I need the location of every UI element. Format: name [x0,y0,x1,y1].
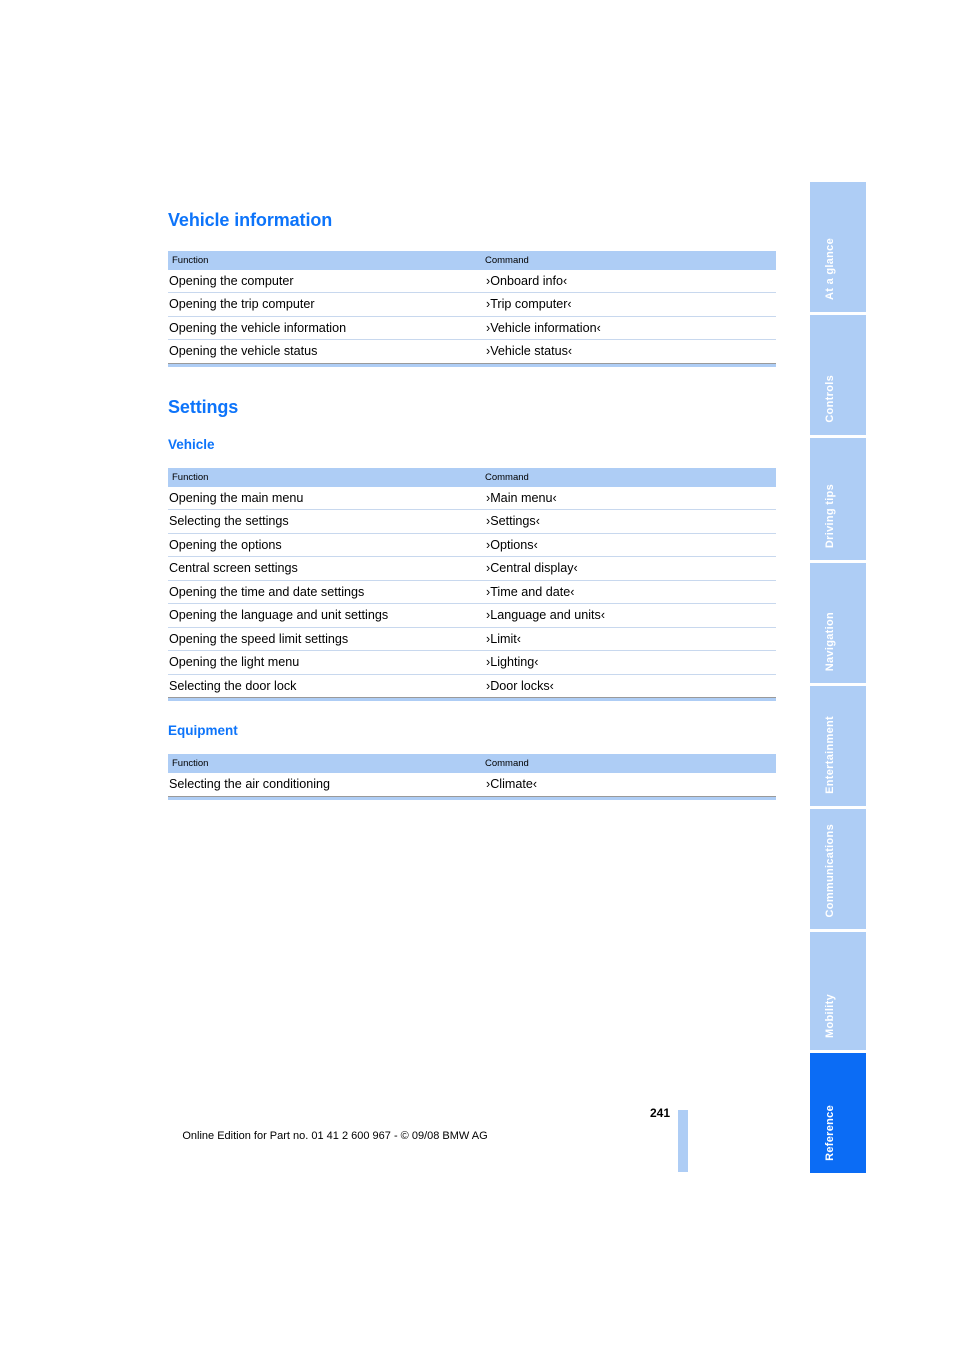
column-header-function: Function [168,754,481,774]
tab-label: Entertainment [824,716,836,794]
table-row: Opening the vehicle information ›Vehicle… [168,315,776,340]
page-title-settings: Settings [168,396,239,417]
tab-label: Reference [824,1105,836,1161]
tab-label: At a glance [824,238,836,300]
cell-command: ›Vehicle information‹ [481,315,776,340]
table-row: Opening the trip computer ›Trip computer… [168,292,776,317]
cell-function: Selecting the door lock [168,673,481,698]
page-title-vehicle-information: Vehicle information [168,210,333,230]
table-header-row: Function Command [168,251,776,270]
table-bottom-bar [168,363,776,367]
tab-label: Driving tips [824,483,836,548]
page-content: Vehicle information Function Command Ope… [168,182,776,800]
tab-reference[interactable]: Reference [810,1053,866,1173]
tab-label: Controls [824,375,836,423]
tab-label: Navigation [824,611,836,671]
tab-mobility[interactable]: Mobility [810,932,866,1050]
cell-command: ›Language and units‹ [481,603,776,628]
cell-command: ›Lighting‹ [481,650,776,675]
table-row: Opening the light menu ›Lighting‹ [168,650,776,675]
table-settings-vehicle: Function Command Opening the main menu ›… [168,467,776,698]
table-row: Selecting the air conditioning ›Climate‹ [168,773,776,795]
cell-function: Opening the trip computer [168,292,481,317]
table-header-row: Function Command [168,754,776,774]
table-row: Opening the time and date settings ›Time… [168,579,776,604]
tab-navigation[interactable]: Navigation [810,563,866,683]
cell-function: Opening the computer [169,274,294,288]
table-row: Opening the speed limit settings ›Limit‹ [168,626,776,651]
table-row: Selecting the settings ›Settings‹ [168,509,776,534]
tab-entertainment[interactable]: Entertainment [810,686,866,806]
cell-function: Opening the time and date settings [168,579,481,604]
tab-label: Communications [824,823,836,917]
cell-function: Central screen settings [168,556,481,581]
table-row: Opening the computer ›Onboard info‹ [168,270,776,293]
table-row: Opening the language and unit settings ›… [168,603,776,628]
footer-copyright: Online Edition for Part no. 01 41 2 600 … [182,1130,488,1142]
column-header-function: Function [168,467,481,487]
tab-communications[interactable]: Communications [810,809,866,929]
cell-command: ›Central display‹ [481,556,776,581]
column-header-command: Command [481,467,776,487]
subsection-title-vehicle: Vehicle [168,436,215,452]
column-header-command: Command [481,251,776,270]
cell-command: ›Time and date‹ [481,579,776,604]
cell-command: ›Settings‹ [481,509,776,534]
cell-command: ›Climate‹ [486,777,538,792]
table-row: Central screen settings ›Central display… [168,556,776,581]
column-header-command: Command [481,754,776,774]
cell-command: ›Options‹ [481,532,776,557]
table-row: Opening the main menu ›Main menu‹ [168,487,776,510]
tab-controls[interactable]: Controls [810,315,866,435]
cell-function: Opening the options [168,532,481,557]
cell-function: Opening the vehicle information [168,315,481,340]
table-row: Opening the options ›Options‹ [168,532,776,557]
cell-function: Opening the vehicle status [168,339,481,363]
table-row: Opening the vehicle status ›Vehicle stat… [168,339,776,363]
cell-function: Opening the main menu [169,490,304,505]
cell-command: ›Main menu‹ [486,490,557,505]
table-equipment: Function Command Selecting the air condi… [168,754,776,795]
cell-command: ›Limit‹ [481,626,776,651]
table-bottom-bar [168,698,776,702]
cell-function: Opening the speed limit settings [168,626,481,651]
subsection-title-equipment: Equipment [168,723,238,739]
cell-command: ›Trip computer‹ [481,292,776,317]
table-row: Selecting the door lock ›Door locks‹ [168,673,776,698]
footer-marker-bar [678,1110,688,1172]
chapter-tab-strip: At a glance Controls Driving tips Naviga… [810,182,866,1176]
tab-at-a-glance[interactable]: At a glance [810,182,866,312]
table-header-row: Function Command [168,467,776,487]
cell-function: Opening the language and unit settings [168,603,481,628]
cell-function: Selecting the settings [168,509,481,534]
tab-driving-tips[interactable]: Driving tips [810,438,866,560]
column-header-function: Function [168,251,481,270]
cell-function: Selecting the air conditioning [169,777,331,792]
cell-command: ›Vehicle status‹ [481,339,776,363]
tab-label: Mobility [824,994,836,1038]
cell-function: Opening the light menu [168,650,481,675]
table-vehicle-information: Function Command Opening the computer ›O… [168,251,776,363]
cell-command: ›Onboard info‹ [486,274,568,288]
table-bottom-bar [168,796,776,800]
cell-command: ›Door locks‹ [481,673,776,698]
page-number: 241 [649,1106,670,1120]
